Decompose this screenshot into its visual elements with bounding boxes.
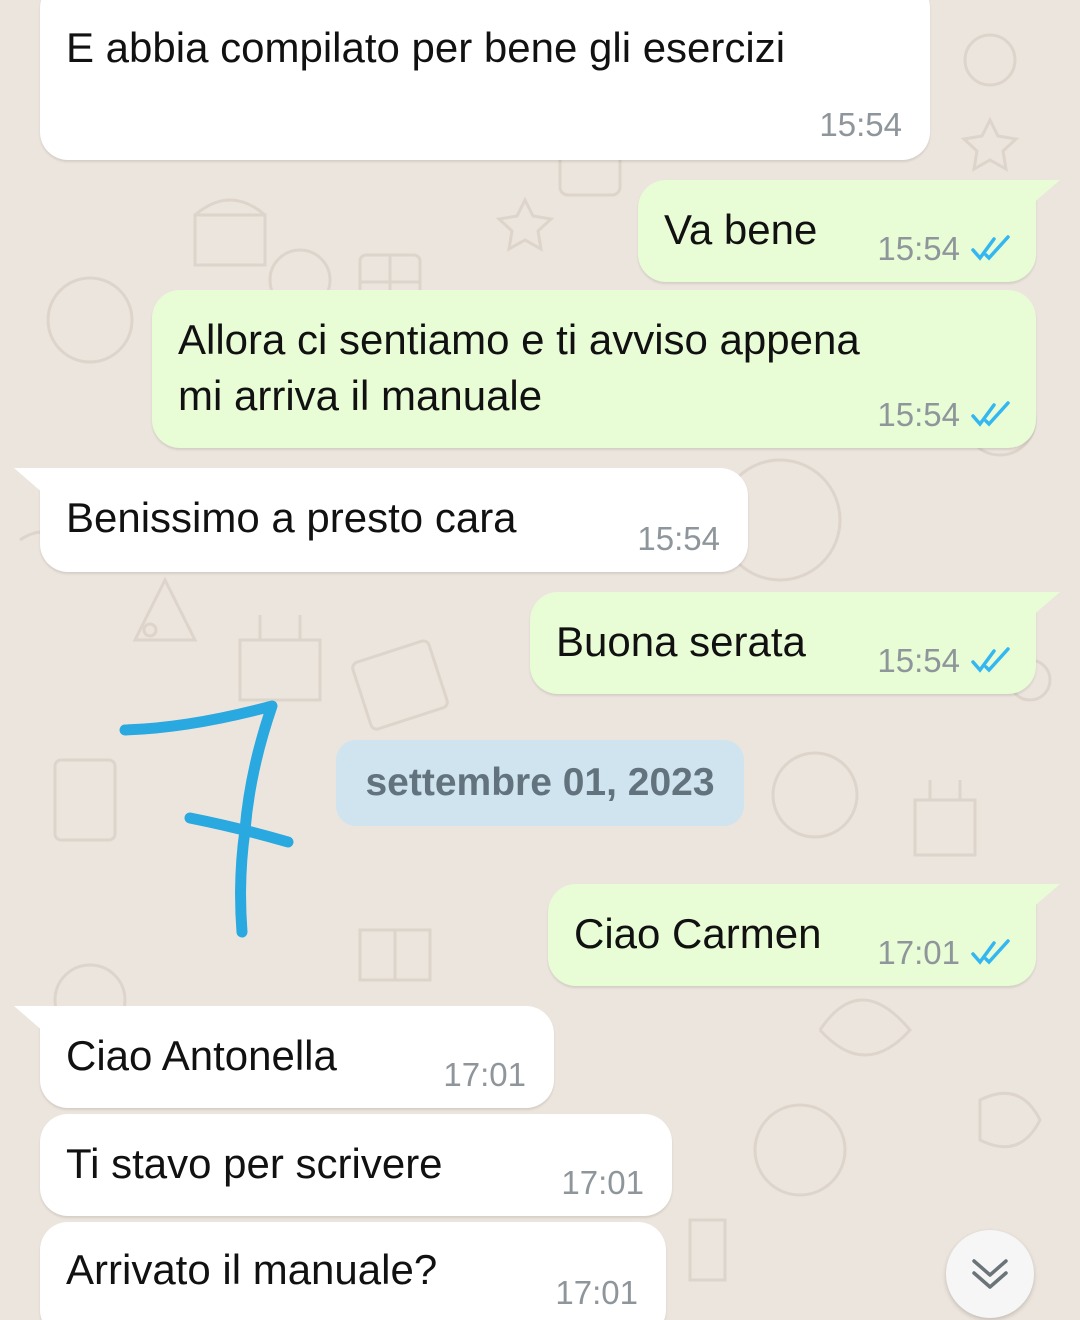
message-outgoing[interactable]: Buona serata 15:54 <box>530 592 1036 694</box>
message-time: 17:01 <box>877 934 960 971</box>
message-incoming[interactable]: E abbia compilato per bene gli esercizi … <box>40 0 930 160</box>
message-meta: 15:54 <box>819 106 902 144</box>
message-text: Va bene <box>664 206 818 253</box>
message-text: Ti stavo per scrivere <box>66 1140 443 1187</box>
scroll-to-bottom-button[interactable] <box>946 1230 1034 1318</box>
message-incoming[interactable]: Ciao Antonella 17:01 <box>40 1006 554 1108</box>
message-text: Arrivato il manuale? <box>66 1246 438 1293</box>
message-time: 17:01 <box>443 1056 526 1093</box>
message-meta: 15:54 <box>877 230 1016 268</box>
message-meta: 17:01 <box>561 1164 644 1202</box>
bubble-tail <box>14 468 44 494</box>
message-meta: 15:54 <box>877 642 1016 680</box>
message-time: 15:54 <box>877 396 960 433</box>
message-time: 15:54 <box>877 230 960 267</box>
message-time: 17:01 <box>561 1164 644 1201</box>
message-outgoing[interactable]: Va bene 15:54 <box>638 180 1036 282</box>
handwritten-seven-scribble <box>119 700 294 938</box>
message-incoming[interactable]: Arrivato il manuale? 17:01 <box>40 1222 666 1320</box>
message-text: E abbia compilato per bene gli esercizi <box>66 24 786 71</box>
message-time: 15:54 <box>637 520 720 557</box>
double-check-icon <box>971 235 1010 261</box>
double-chevron-down-icon <box>972 1259 1008 1289</box>
message-meta: 17:01 <box>443 1056 526 1094</box>
message-text: Benissimo a presto cara <box>66 494 517 541</box>
double-check-icon <box>971 647 1010 673</box>
message-meta: 17:01 <box>555 1274 638 1312</box>
double-check-icon <box>971 401 1010 427</box>
bubble-tail <box>1030 180 1060 206</box>
date-divider-label: settembre 01, 2023 <box>365 761 715 804</box>
bubble-tail <box>1030 592 1060 618</box>
message-text: Ciao Antonella <box>66 1032 337 1079</box>
message-text: Buona serata <box>556 618 806 665</box>
date-divider: settembre 01, 2023 <box>336 740 744 826</box>
message-time: 15:54 <box>877 642 960 679</box>
message-incoming[interactable]: Ti stavo per scrivere 17:01 <box>40 1114 672 1216</box>
bubble-tail <box>1030 884 1060 910</box>
message-meta: 15:54 <box>637 520 720 558</box>
message-incoming[interactable]: Benissimo a presto cara 15:54 <box>40 468 748 572</box>
chat-thread: E abbia compilato per bene gli esercizi … <box>0 0 1080 1320</box>
double-check-icon <box>971 939 1010 965</box>
message-text: Ciao Carmen <box>574 910 822 957</box>
message-text: Allora ci sentiamo e ti avviso appena mi… <box>178 316 860 419</box>
message-outgoing[interactable]: Ciao Carmen 17:01 <box>548 884 1036 986</box>
bubble-tail <box>14 1006 44 1032</box>
message-outgoing[interactable]: Allora ci sentiamo e ti avviso appena mi… <box>152 290 1036 448</box>
message-meta: 17:01 <box>877 934 1016 972</box>
message-time: 17:01 <box>555 1274 638 1311</box>
message-meta: 15:54 <box>877 396 1016 434</box>
message-time: 15:54 <box>819 106 902 143</box>
